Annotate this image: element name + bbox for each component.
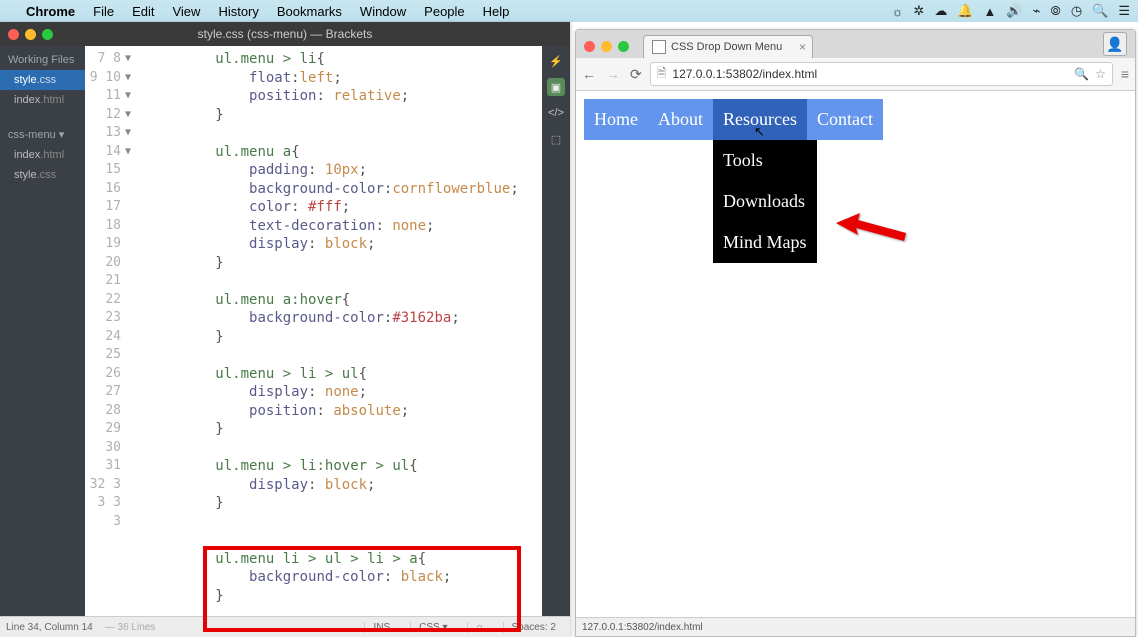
working-files-header: Working Files [0, 46, 85, 70]
lint-status-icon[interactable]: ○ [467, 622, 490, 633]
volume-icon[interactable]: 🔊 [1006, 3, 1022, 19]
project-file[interactable]: style.css [0, 165, 85, 185]
line-number-gutter: 7 8 9 10 11 12 13 14 15 16 17 18 19 20 2… [85, 46, 127, 616]
nav-link[interactable]: Home [584, 99, 648, 140]
zoom-icon[interactable] [42, 29, 53, 40]
code-editor[interactable]: 7 8 9 10 11 12 13 14 15 16 17 18 19 20 2… [85, 46, 542, 616]
nav-link[interactable]: Tools [713, 140, 817, 181]
window-title: style.css (css-menu) — Brackets [198, 27, 373, 41]
clock-icon[interactable]: ◷ [1071, 3, 1082, 19]
indent-setting[interactable]: Spaces: 2 [503, 622, 564, 633]
submenu: Tools Downloads Mind Maps [713, 140, 817, 263]
menu-view[interactable]: View [172, 4, 200, 19]
browser-tab[interactable]: CSS Drop Down Menu × [643, 35, 813, 58]
url-text: 127.0.0.1:53802/index.html [672, 67, 817, 81]
zoom-indicator-icon[interactable]: 🔍 [1074, 67, 1089, 81]
sun-icon[interactable]: ☼ [892, 4, 904, 19]
minimize-icon[interactable] [25, 29, 36, 40]
project-file[interactable]: index.html [0, 145, 85, 165]
extensions-rail: ⚡ ▣ </> ⬚ [542, 46, 570, 616]
nav-link[interactable]: Downloads [713, 181, 817, 222]
submenu-item[interactable]: Tools [713, 140, 817, 181]
nav-link[interactable]: Contact [807, 99, 883, 140]
brightness-icon[interactable]: ✲ [913, 3, 924, 19]
menu-edit[interactable]: Edit [132, 4, 154, 19]
tab-title: CSS Drop Down Menu [671, 41, 782, 53]
zoom-icon[interactable] [618, 41, 629, 52]
spotlight-icon[interactable]: 🔍 [1092, 3, 1108, 19]
insert-mode[interactable]: INS [364, 622, 398, 633]
menubar-status-icons: ☼ ✲ ☁ 🔔 ▲ 🔊 ⌁ ⦾ ◷ 🔍 ☰ [892, 3, 1131, 19]
brackets-statusbar: Line 34, Column 14 — 36 Lines INS CSS ▾ … [0, 616, 570, 637]
menu-window[interactable]: Window [360, 4, 406, 19]
wifi-icon[interactable]: ⦾ [1050, 3, 1060, 19]
submenu-item[interactable]: Mind Maps [713, 222, 817, 263]
back-icon[interactable]: ← [582, 66, 596, 83]
plugin-icon[interactable]: ⬚ [547, 130, 565, 148]
drive-icon[interactable]: ▲ [984, 4, 997, 19]
brackets-window: style.css (css-menu) — Brackets Working … [0, 22, 570, 637]
brackets-titlebar[interactable]: style.css (css-menu) — Brackets [0, 22, 570, 46]
nav-link[interactable]: About [648, 99, 713, 140]
submenu-item[interactable]: Downloads [713, 181, 817, 222]
bookmark-star-icon[interactable]: ☆ [1095, 67, 1106, 81]
project-dropdown[interactable]: css-menu ▾ [0, 120, 85, 145]
app-menu[interactable]: Chrome [26, 4, 75, 19]
page-viewport[interactable]: Home About Resources Tools Downloads Min… [576, 91, 1135, 617]
menu-bookmarks[interactable]: Bookmarks [277, 4, 342, 19]
cursor-icon: ↖ [754, 124, 765, 140]
control-center-icon[interactable]: ☰ [1118, 3, 1130, 19]
nav-item-contact[interactable]: Contact [807, 99, 883, 140]
nav-link[interactable]: Mind Maps [713, 222, 817, 263]
macos-menubar: Chrome File Edit View History Bookmarks … [0, 0, 1138, 22]
extension-icon[interactable]: ▣ [547, 78, 565, 96]
chrome-statusbar: 127.0.0.1:53802/index.html [576, 617, 1135, 636]
menu-help[interactable]: Help [483, 4, 510, 19]
bell-icon[interactable]: 🔔 [957, 3, 973, 19]
chrome-toolbar: ← → ⟳ 🗎 127.0.0.1:53802/index.html 🔍 ☆ ≡ [576, 58, 1135, 91]
chrome-tabstrip[interactable]: CSS Drop Down Menu × 👤 [576, 30, 1135, 58]
code-area[interactable]: ul.menu > li{ float:left; position: rela… [127, 46, 542, 616]
working-file[interactable]: style.css [0, 70, 85, 90]
profile-avatar-icon[interactable]: 👤 [1103, 32, 1127, 56]
menu-file[interactable]: File [93, 4, 114, 19]
close-icon[interactable] [8, 29, 19, 40]
reload-icon[interactable]: ⟳ [630, 66, 642, 83]
cursor-position: Line 34, Column 14 [6, 622, 93, 633]
code-hint-icon[interactable]: </> [547, 104, 565, 122]
forward-icon[interactable]: → [606, 66, 620, 83]
annotation-arrow-icon [836, 211, 916, 251]
cloud-icon[interactable]: ☁ [934, 3, 947, 19]
chrome-window: CSS Drop Down Menu × 👤 ← → ⟳ 🗎 127.0.0.1… [575, 29, 1136, 637]
favicon-icon [652, 40, 666, 54]
address-bar[interactable]: 🗎 127.0.0.1:53802/index.html 🔍 ☆ [650, 62, 1113, 86]
working-file[interactable]: index.html [0, 90, 85, 110]
language-mode[interactable]: CSS ▾ [410, 622, 455, 633]
battery-icon[interactable]: ⌁ [1033, 3, 1041, 19]
close-icon[interactable] [584, 41, 595, 52]
line-count: — 36 Lines [105, 622, 156, 633]
live-preview-icon[interactable]: ⚡ [547, 52, 565, 70]
minimize-icon[interactable] [601, 41, 612, 52]
close-tab-icon[interactable]: × [799, 40, 806, 54]
hamburger-menu-icon[interactable]: ≡ [1121, 66, 1129, 82]
nav-item-home[interactable]: Home [584, 99, 648, 140]
menu-people[interactable]: People [424, 4, 464, 19]
nav-item-about[interactable]: About [648, 99, 713, 140]
page-icon: 🗎 [657, 64, 667, 85]
brackets-sidebar: Working Files style.css index.html css-m… [0, 46, 85, 616]
menu-history[interactable]: History [218, 4, 258, 19]
